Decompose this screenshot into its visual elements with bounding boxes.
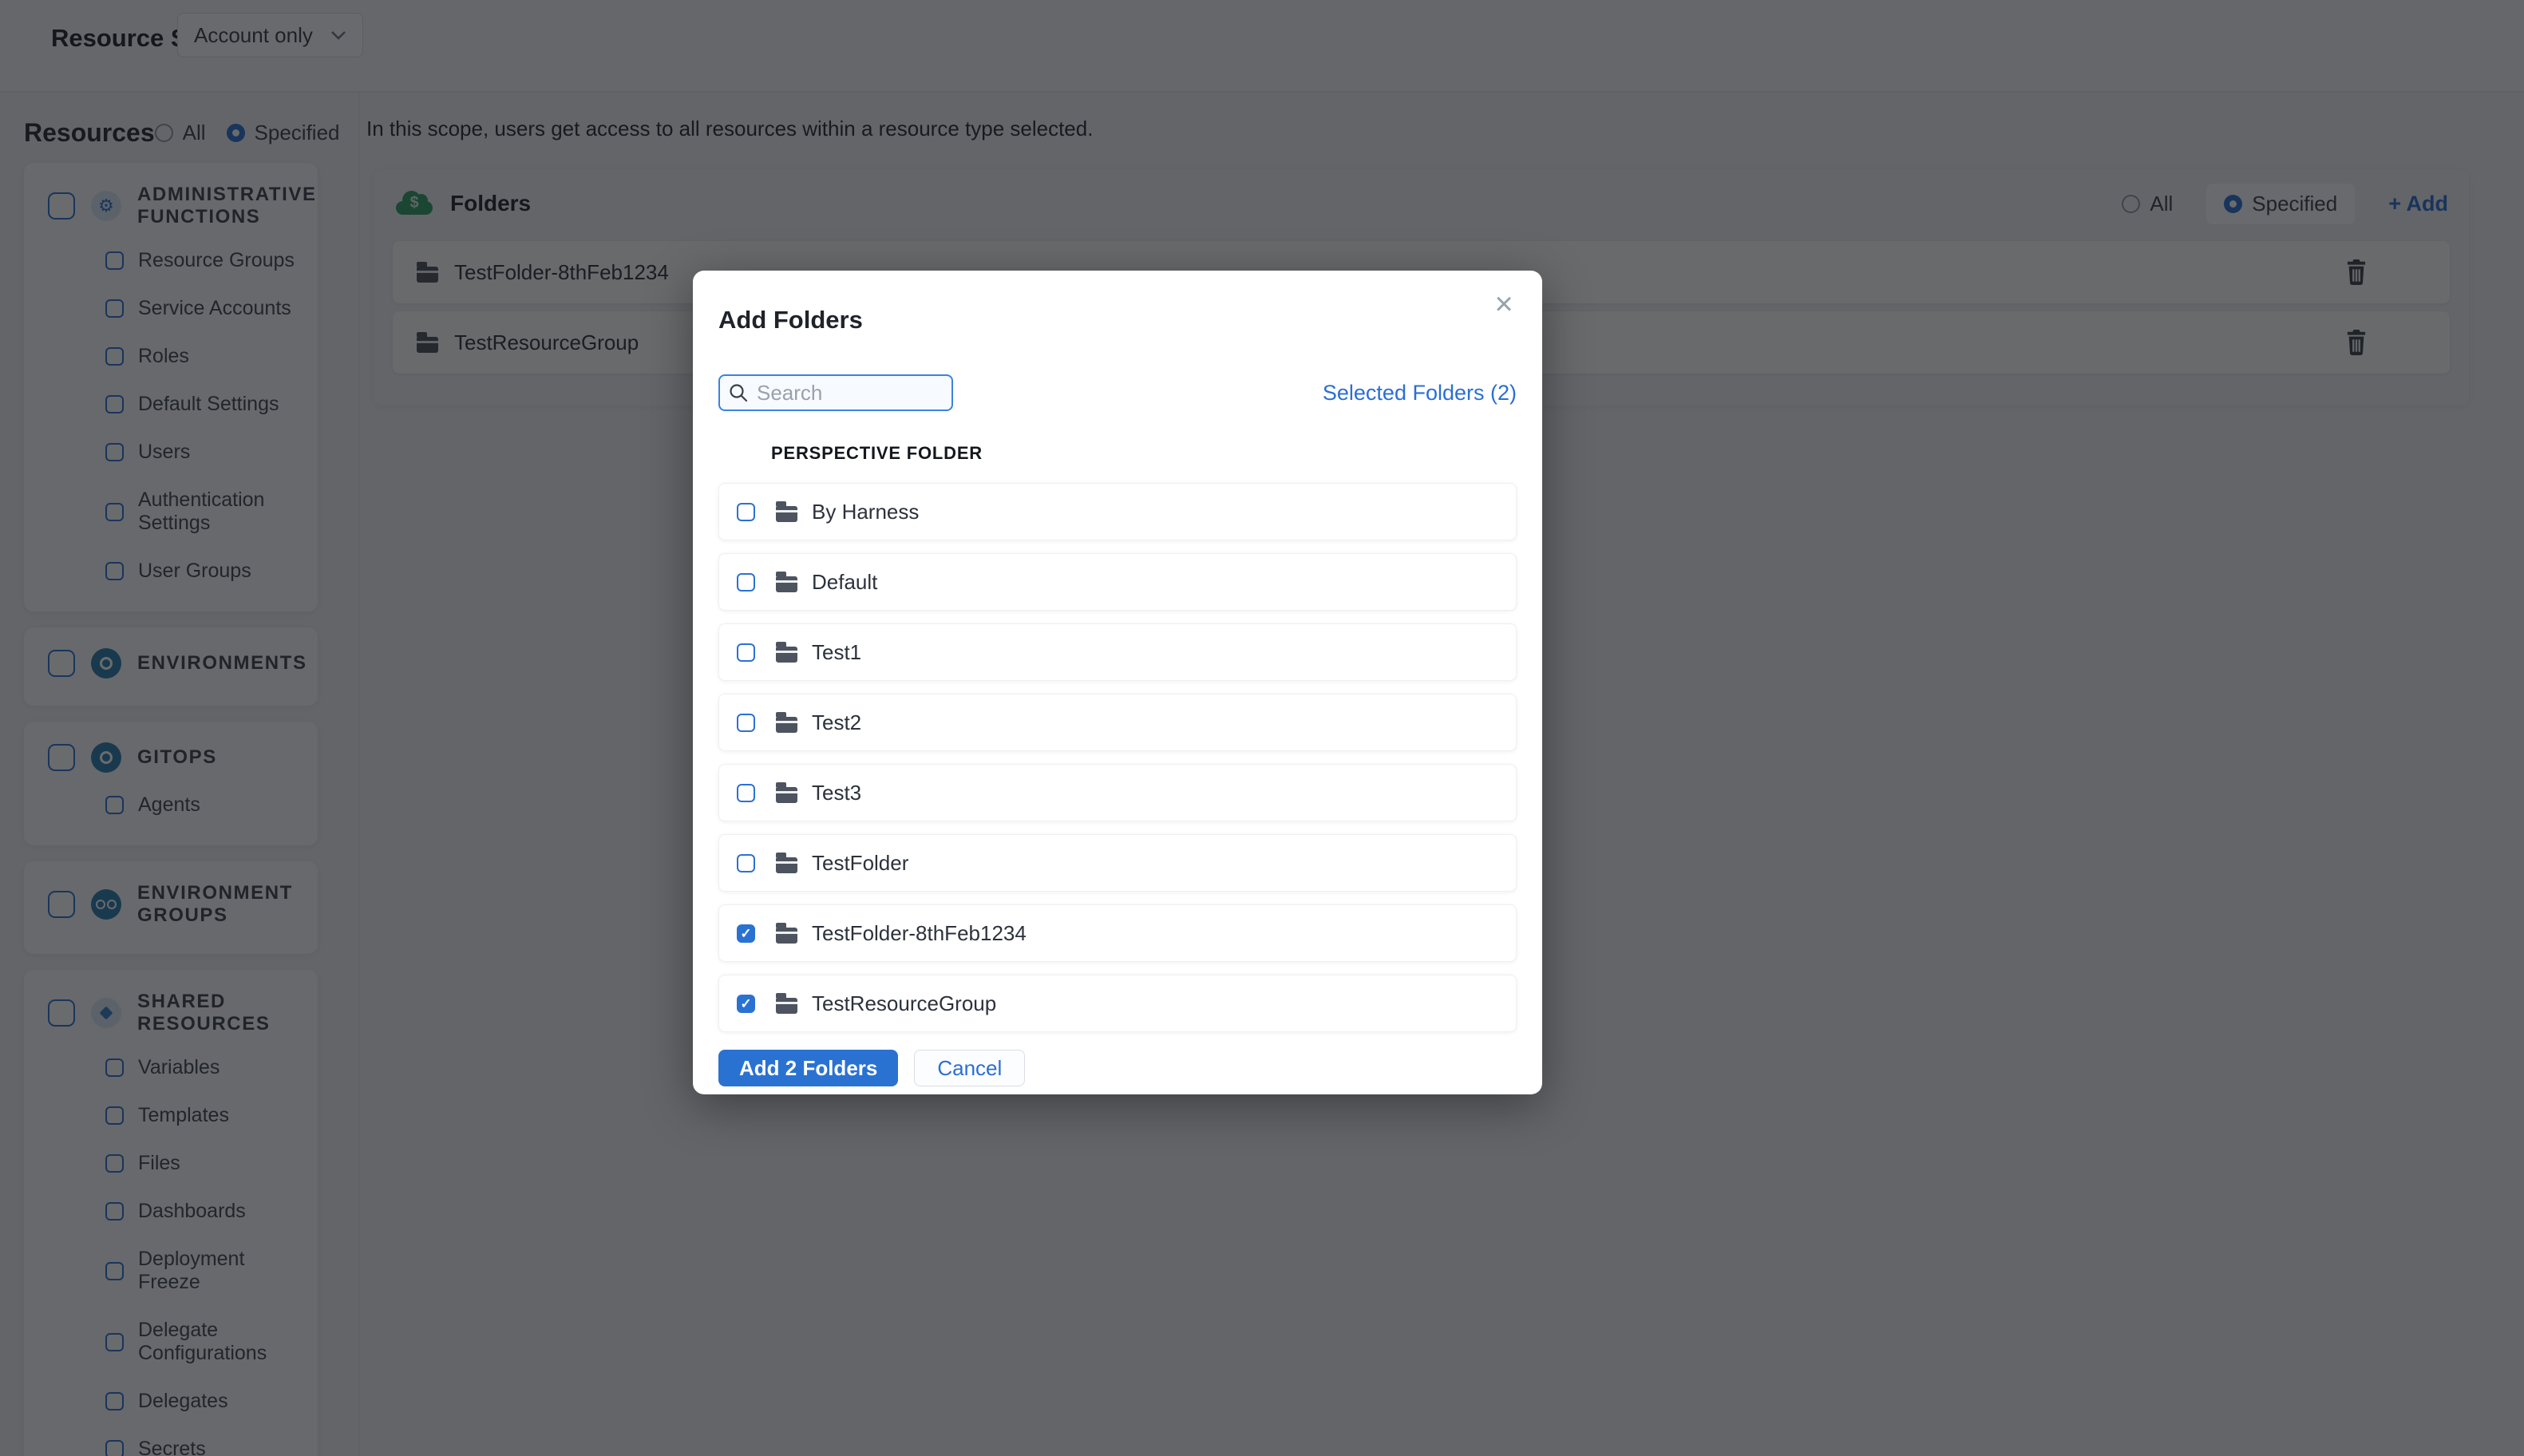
modal-folder-row[interactable]: Test2 [718,694,1517,751]
folder-icon [776,922,797,944]
modal-folder-row[interactable]: TestFolder [718,834,1517,892]
checkbox[interactable] [737,783,755,802]
column-header: PERSPECTIVE FOLDER [771,443,983,463]
modal-folder-row[interactable]: Default [718,553,1517,611]
cancel-button[interactable]: Cancel [914,1050,1026,1086]
folder-icon [776,992,797,1014]
folder-icon [776,500,797,522]
add-folders-modal: × Add Folders Selected Folders (2) PERSP… [693,271,1542,1094]
selected-folders-link[interactable]: Selected Folders (2) [1323,381,1517,406]
folder-icon [776,641,797,663]
checkbox[interactable] [737,572,755,592]
modal-folder-row[interactable]: TestResourceGroup [718,975,1517,1032]
folder-icon [776,781,797,803]
modal-folder-row[interactable]: Test1 [718,623,1517,681]
checkbox[interactable] [737,853,755,872]
checkbox[interactable] [737,924,755,943]
search-icon [728,382,749,407]
checkbox[interactable] [737,643,755,662]
modal-folder-row[interactable]: TestFolder-8thFeb1234 [718,904,1517,962]
add-folders-button[interactable]: Add 2 Folders [718,1050,899,1086]
checkbox[interactable] [737,713,755,732]
modal-folder-row[interactable]: By Harness [718,483,1517,540]
modal-folder-row[interactable]: Test3 [718,764,1517,821]
checkbox[interactable] [737,502,755,521]
folder-icon [776,852,797,873]
modal-title: Add Folders [718,306,863,334]
close-icon[interactable]: × [1486,287,1521,322]
folder-icon [776,571,797,592]
folder-icon [776,711,797,733]
checkbox[interactable] [737,994,755,1013]
search-input[interactable] [718,374,953,411]
